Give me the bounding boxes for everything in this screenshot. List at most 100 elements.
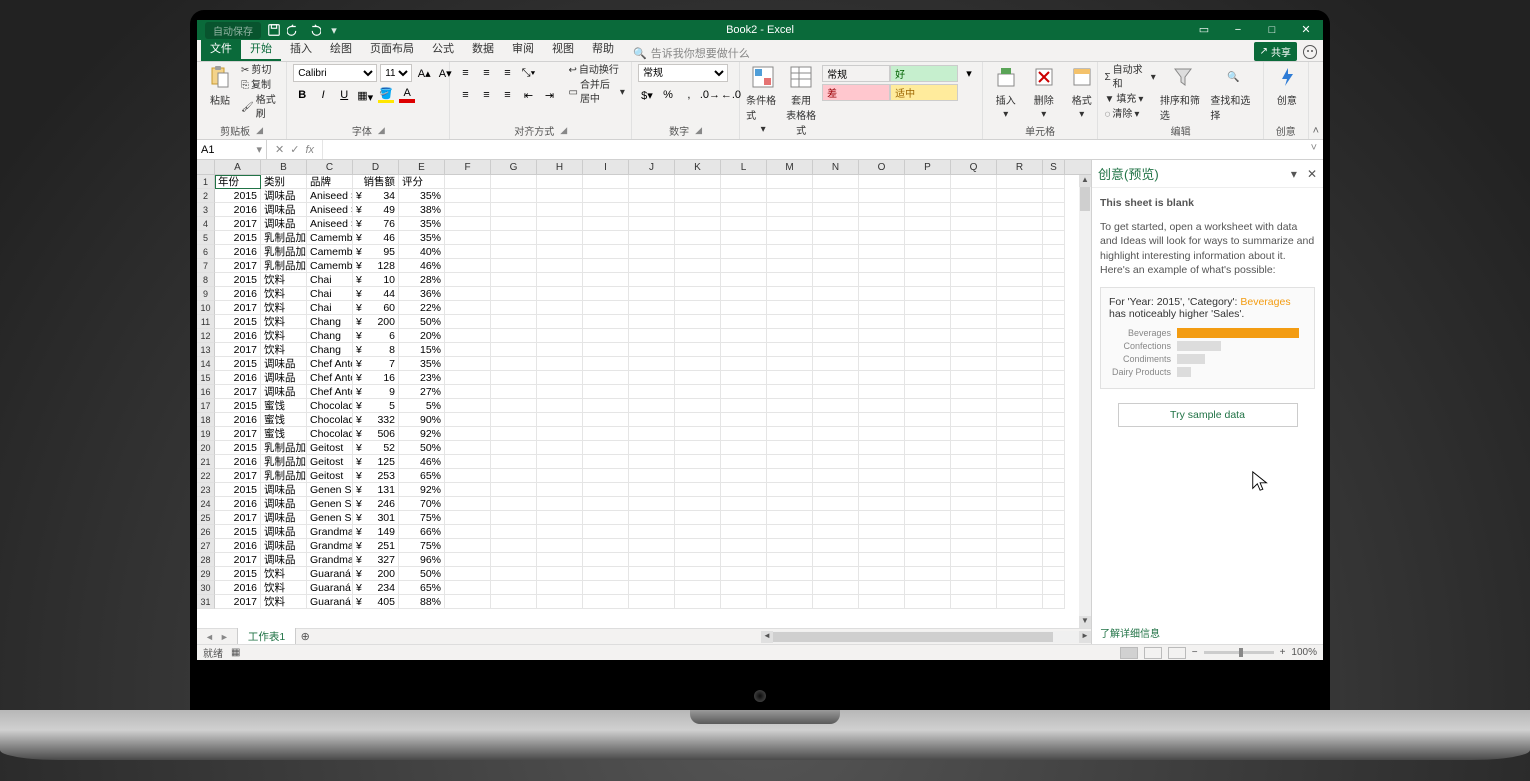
cell[interactable] — [583, 329, 629, 343]
cell[interactable] — [675, 343, 721, 357]
cell[interactable] — [583, 203, 629, 217]
cell[interactable] — [629, 553, 675, 567]
cell[interactable] — [951, 567, 997, 581]
cell[interactable] — [445, 371, 491, 385]
cell[interactable]: Camembe — [307, 259, 353, 273]
cell[interactable] — [951, 189, 997, 203]
cell[interactable] — [491, 441, 537, 455]
cell[interactable] — [629, 189, 675, 203]
cell[interactable] — [951, 329, 997, 343]
cell[interactable] — [491, 455, 537, 469]
column-header[interactable]: M — [767, 160, 813, 174]
cell[interactable] — [537, 553, 583, 567]
cell[interactable]: 2015 — [215, 567, 261, 581]
cell[interactable]: 销售额 — [353, 175, 399, 189]
cell[interactable] — [537, 497, 583, 511]
align-top-icon[interactable]: ≡ — [456, 64, 474, 82]
cell[interactable] — [675, 539, 721, 553]
cell[interactable]: 2015 — [215, 189, 261, 203]
cell[interactable] — [537, 483, 583, 497]
cell[interactable] — [767, 399, 813, 413]
cell[interactable] — [859, 287, 905, 301]
cell[interactable] — [997, 371, 1043, 385]
cell[interactable] — [491, 217, 537, 231]
cell[interactable] — [813, 189, 859, 203]
cell[interactable] — [491, 343, 537, 357]
dialog-launcher-icon[interactable]: ◢ — [560, 125, 567, 136]
cell[interactable] — [445, 469, 491, 483]
cell[interactable]: ¥200 — [353, 315, 399, 329]
cell[interactable] — [1043, 231, 1065, 245]
cell[interactable] — [445, 217, 491, 231]
cell[interactable] — [721, 315, 767, 329]
cell[interactable] — [813, 567, 859, 581]
cell[interactable] — [951, 511, 997, 525]
cell[interactable] — [721, 259, 767, 273]
decrease-decimal-icon[interactable]: ←.0 — [722, 86, 740, 104]
cell[interactable] — [721, 343, 767, 357]
cell[interactable] — [767, 189, 813, 203]
cell[interactable] — [721, 175, 767, 189]
row-header[interactable]: 29 — [197, 567, 215, 581]
cell[interactable] — [767, 273, 813, 287]
cell[interactable] — [767, 567, 813, 581]
cell[interactable] — [859, 581, 905, 595]
cell[interactable] — [1043, 273, 1065, 287]
cell[interactable]: ¥332 — [353, 413, 399, 427]
cell[interactable]: 65% — [399, 581, 445, 595]
cell[interactable] — [491, 427, 537, 441]
cell[interactable] — [951, 273, 997, 287]
cell[interactable] — [859, 371, 905, 385]
cell[interactable] — [491, 259, 537, 273]
bold-button[interactable]: B — [293, 86, 311, 104]
cell[interactable] — [905, 203, 951, 217]
cell[interactable]: 调味品 — [261, 497, 307, 511]
cell[interactable]: ¥506 — [353, 427, 399, 441]
cell[interactable]: 36% — [399, 287, 445, 301]
cell[interactable]: 96% — [399, 553, 445, 567]
cell[interactable]: 2017 — [215, 511, 261, 525]
increase-indent-icon[interactable]: ⇥ — [540, 86, 558, 104]
font-name-select[interactable]: Calibri — [293, 64, 377, 82]
cell[interactable] — [813, 483, 859, 497]
cell[interactable] — [629, 329, 675, 343]
cell[interactable] — [859, 525, 905, 539]
cell[interactable]: 饮料 — [261, 315, 307, 329]
cell[interactable] — [675, 483, 721, 497]
ribbon-display-icon[interactable]: ▭ — [1187, 20, 1221, 40]
cell[interactable]: Guaraná F — [307, 581, 353, 595]
cell[interactable] — [537, 539, 583, 553]
dialog-launcher-icon[interactable]: ◢ — [256, 125, 263, 136]
column-header[interactable]: B — [261, 160, 307, 174]
cell[interactable] — [537, 385, 583, 399]
cell[interactable] — [997, 175, 1043, 189]
cell[interactable] — [905, 231, 951, 245]
comma-icon[interactable]: , — [680, 86, 698, 104]
align-bottom-icon[interactable]: ≡ — [498, 64, 516, 82]
zoom-slider[interactable] — [1204, 651, 1274, 654]
cell[interactable] — [537, 217, 583, 231]
cell[interactable] — [951, 553, 997, 567]
scroll-up-icon[interactable]: ▲ — [1079, 175, 1091, 187]
percent-icon[interactable]: % — [659, 86, 677, 104]
cell[interactable] — [675, 441, 721, 455]
column-header[interactable]: L — [721, 160, 767, 174]
cell[interactable] — [675, 455, 721, 469]
cell[interactable] — [767, 343, 813, 357]
number-format-select[interactable]: 常规 — [638, 64, 728, 82]
cell[interactable] — [445, 231, 491, 245]
cell[interactable] — [721, 413, 767, 427]
cell[interactable] — [629, 301, 675, 315]
row-header[interactable]: 30 — [197, 581, 215, 595]
cell[interactable]: 调味品 — [261, 371, 307, 385]
cell[interactable] — [997, 427, 1043, 441]
cell[interactable]: 2016 — [215, 371, 261, 385]
ribbon-tab-4[interactable]: 页面布局 — [361, 37, 423, 61]
row-header[interactable]: 25 — [197, 511, 215, 525]
cell[interactable] — [813, 231, 859, 245]
cell[interactable] — [583, 399, 629, 413]
cell[interactable] — [537, 259, 583, 273]
cell[interactable]: ¥149 — [353, 525, 399, 539]
cell[interactable] — [583, 581, 629, 595]
cell[interactable] — [491, 553, 537, 567]
